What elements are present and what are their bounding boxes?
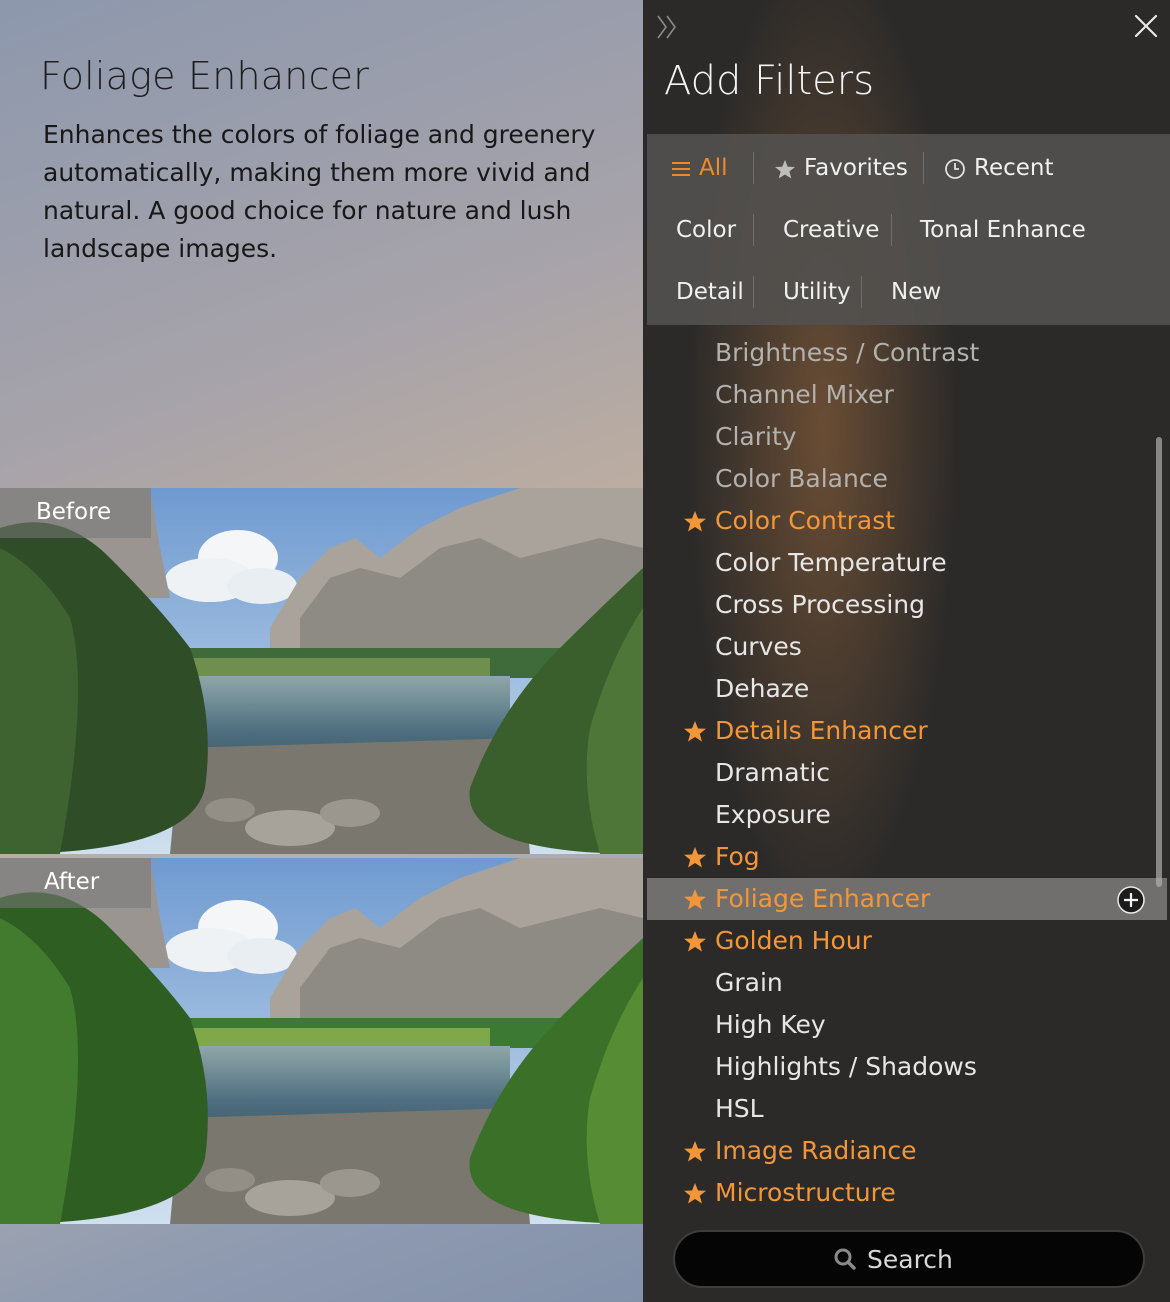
filter-item[interactable]: Cross Processing: [647, 584, 1167, 626]
filter-item-label: Color Contrast: [715, 506, 896, 535]
filter-item-label: Color Temperature: [715, 548, 947, 577]
favorite-star-icon: [684, 889, 706, 910]
panel-title: Add Filters: [664, 58, 875, 104]
filter-item-label: Microstructure: [715, 1178, 896, 1207]
favorite-star-icon: [684, 1141, 706, 1162]
filter-item[interactable]: Clarity: [647, 416, 1167, 458]
tab-all[interactable]: All: [671, 153, 728, 183]
before-label: Before: [0, 488, 151, 538]
filter-item[interactable]: Dehaze: [647, 668, 1167, 710]
preview-pane: Foliage Enhancer Enhances the colors of …: [0, 0, 643, 1302]
filter-item-label: Channel Mixer: [715, 380, 894, 409]
filter-item-label: Foliage Enhancer: [715, 884, 931, 913]
tab-tonal-enhance[interactable]: Tonal Enhance: [920, 215, 1086, 245]
filter-item-label: Clarity: [715, 422, 797, 451]
filter-item-label: Grain: [715, 968, 783, 997]
filter-item-label: HSL: [715, 1094, 764, 1123]
filter-item[interactable]: Curves: [647, 626, 1167, 668]
filter-item-label: Fog: [715, 842, 760, 871]
favorite-star-icon: [684, 847, 706, 868]
clock-icon: [945, 158, 965, 179]
filter-item-label: Curves: [715, 632, 802, 661]
filter-item[interactable]: Color Contrast: [647, 500, 1167, 542]
add-filter-plus-icon[interactable]: [1117, 886, 1145, 914]
star-icon: [775, 159, 795, 179]
filter-item[interactable]: Image Radiance: [647, 1130, 1167, 1172]
tab-detail[interactable]: Detail: [676, 277, 744, 307]
filter-list: Brightness / Contrast Channel Mixer Clarit…: [647, 332, 1167, 1222]
preview-title: Foliage Enhancer: [40, 54, 370, 98]
filter-item-label: Details Enhancer: [715, 716, 928, 745]
favorite-star-icon: [684, 931, 706, 952]
filter-item-label: Exposure: [715, 800, 831, 829]
filter-item[interactable]: Grain: [647, 962, 1167, 1004]
add-filters-panel: Add Filters All Favorites Recent Color C…: [643, 0, 1170, 1302]
close-icon[interactable]: [1132, 12, 1160, 40]
filter-item-label: Dramatic: [715, 758, 831, 787]
search-icon: [834, 1248, 856, 1270]
tab-divider: [753, 276, 754, 308]
tab-divider: [861, 276, 862, 308]
filter-item[interactable]: Fog: [647, 836, 1167, 878]
filter-item[interactable]: Exposure: [647, 794, 1167, 836]
double-chevron-right-icon[interactable]: [655, 14, 679, 40]
tab-all-label: All: [699, 155, 728, 181]
after-label: After: [0, 858, 151, 908]
tab-divider: [923, 152, 924, 184]
tab-favorites-label: Favorites: [804, 155, 908, 181]
filter-item[interactable]: Color Temperature: [647, 542, 1167, 584]
tab-favorites[interactable]: Favorites: [774, 153, 908, 183]
tab-color[interactable]: Color: [676, 215, 736, 245]
filter-category-tabs: All Favorites Recent Color Creative Tona…: [647, 134, 1170, 325]
filter-item[interactable]: HSL: [647, 1088, 1167, 1130]
tab-divider: [753, 152, 754, 184]
search-bar[interactable]: Search: [673, 1230, 1145, 1288]
filter-item-label: High Key: [715, 1010, 826, 1039]
filter-item-label: Image Radiance: [715, 1136, 917, 1165]
after-image: After: [0, 858, 643, 1224]
filter-item-label: Dehaze: [715, 674, 810, 703]
filter-item[interactable]: Details Enhancer: [647, 710, 1167, 752]
before-image: Before: [0, 488, 643, 854]
tab-recent-label: Recent: [974, 155, 1054, 181]
tab-utility[interactable]: Utility: [783, 277, 851, 307]
landscape-photo-after: [0, 858, 643, 1224]
filter-item-label: Cross Processing: [715, 590, 925, 619]
tab-recent[interactable]: Recent: [944, 153, 1054, 183]
favorite-star-icon: [684, 721, 706, 742]
filter-item[interactable]: Brightness / Contrast: [647, 332, 1167, 374]
filter-item[interactable]: High Key: [647, 1004, 1167, 1046]
list-icon: [672, 161, 690, 176]
tab-creative[interactable]: Creative: [783, 215, 879, 245]
filter-item[interactable]: Golden Hour: [647, 920, 1167, 962]
filter-item-label: Color Balance: [715, 464, 888, 493]
preview-description: Enhances the colors of foliage and green…: [43, 120, 596, 263]
scrollbar[interactable]: [1156, 437, 1162, 887]
filter-item-label: Golden Hour: [715, 926, 872, 955]
tab-new[interactable]: New: [891, 277, 941, 307]
favorite-star-icon: [684, 1183, 706, 1204]
tab-divider: [891, 214, 892, 246]
search-label: Search: [867, 1245, 953, 1274]
filter-item[interactable]: Color Balance: [647, 458, 1167, 500]
filter-item[interactable]: Foliage Enhancer: [647, 878, 1167, 920]
filter-item-label: Highlights / Shadows: [715, 1052, 977, 1081]
favorite-star-icon: [684, 511, 706, 532]
filter-item[interactable]: Highlights / Shadows: [647, 1046, 1167, 1088]
filter-item[interactable]: Dramatic: [647, 752, 1167, 794]
tab-divider: [753, 214, 754, 246]
filter-item-label: Brightness / Contrast: [715, 338, 980, 367]
filter-item[interactable]: Microstructure: [647, 1172, 1167, 1214]
landscape-photo-before: [0, 488, 643, 854]
filter-item[interactable]: Channel Mixer: [647, 374, 1167, 416]
